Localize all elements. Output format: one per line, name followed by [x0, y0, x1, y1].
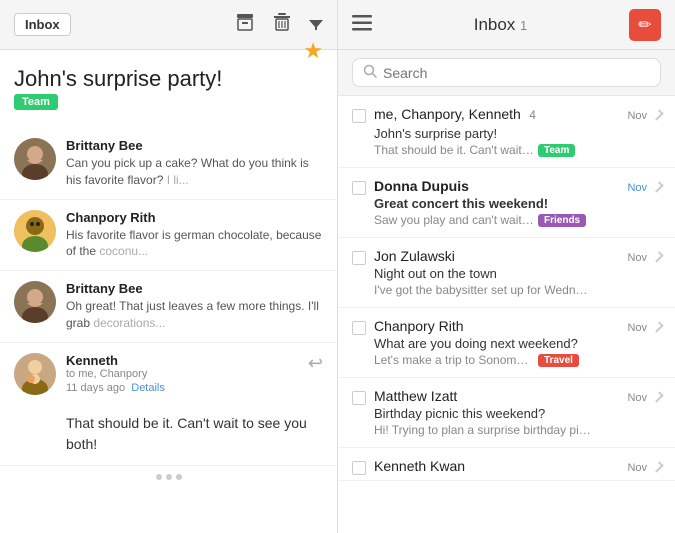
- thread-tag[interactable]: Team: [14, 94, 58, 110]
- email-content: Matthew Izatt Nov Birthday picnic this w…: [374, 388, 647, 437]
- email-top-row: me, Chanpory, Kenneth 4 Nov: [374, 106, 647, 124]
- kenneth-avatar: [14, 353, 56, 395]
- email-top-row: Chanpory Rith Nov: [374, 318, 647, 334]
- avatar: [14, 281, 56, 323]
- email-checkbox[interactable]: [352, 461, 366, 475]
- email-content: Chanpory Rith Nov What are you doing nex…: [374, 318, 647, 367]
- arrow-indicator: [652, 109, 663, 120]
- avatar: [14, 210, 56, 252]
- email-top-row: Jon Zulawski Nov: [374, 248, 647, 264]
- email-list: me, Chanpory, Kenneth 4 Nov John's surpr…: [338, 96, 675, 533]
- reply-icon: ↩: [308, 353, 323, 374]
- thread-title-section: John's surprise party! ★ Team: [0, 50, 337, 120]
- message-text: His favorite flavor is german chocolate,…: [66, 227, 323, 261]
- message-content: Brittany Bee Can you pick up a cake? Wha…: [66, 138, 323, 189]
- arrow-indicator: [652, 461, 663, 472]
- thread-title: John's surprise party! ★: [14, 66, 323, 92]
- right-header: Inbox 1 ✏: [338, 0, 675, 50]
- email-top-row: Kenneth Kwan Nov: [374, 458, 647, 474]
- email-item[interactable]: Chanpory Rith Nov What are you doing nex…: [338, 308, 675, 378]
- kenneth-sender-name: Kenneth: [66, 353, 298, 368]
- message-sender: Brittany Bee: [66, 138, 323, 153]
- archive-icon[interactable]: [235, 12, 255, 37]
- email-sender: me, Chanpory, Kenneth 4: [374, 106, 536, 124]
- message-content: Chanpory Rith His favorite flavor is ger…: [66, 210, 323, 261]
- email-checkbox[interactable]: [352, 109, 366, 123]
- message-text: Oh great! That just leaves a few more th…: [66, 298, 323, 332]
- email-tag: Friends: [538, 214, 586, 227]
- unread-count: 1: [520, 18, 527, 33]
- filter-icon[interactable]: [309, 14, 323, 35]
- left-header: Inbox: [0, 0, 337, 50]
- message-content: Brittany Bee Oh great! That just leaves …: [66, 281, 323, 332]
- kenneth-message[interactable]: Kenneth to me, Chanpory 11 days ago Deta…: [0, 343, 337, 466]
- email-content: me, Chanpory, Kenneth 4 Nov John's surpr…: [374, 106, 647, 157]
- email-item[interactable]: Donna Dupuis Nov Great concert this week…: [338, 168, 675, 238]
- message-sender: Brittany Bee: [66, 281, 323, 296]
- email-content: Jon Zulawski Nov Night out on the town I…: [374, 248, 647, 297]
- search-input-wrapper: [352, 58, 661, 87]
- email-item[interactable]: Jon Zulawski Nov Night out on the town I…: [338, 238, 675, 308]
- email-checkbox[interactable]: [352, 391, 366, 405]
- email-top-row: Donna Dupuis Nov: [374, 178, 647, 194]
- left-header-icons: [235, 12, 323, 37]
- email-tag: Team: [538, 144, 575, 157]
- kenneth-meta: Kenneth to me, Chanpory 11 days ago Deta…: [66, 353, 298, 394]
- menu-icon[interactable]: [352, 15, 372, 34]
- kenneth-date: 11 days ago Details: [66, 382, 298, 394]
- email-checkbox[interactable]: [352, 321, 366, 335]
- email-checkbox[interactable]: [352, 181, 366, 195]
- search-icon: [363, 64, 377, 81]
- more-messages-indicator: [0, 466, 337, 488]
- left-panel: Inbox: [0, 0, 338, 533]
- message-sender: Chanpory Rith: [66, 210, 323, 225]
- search-input[interactable]: [383, 65, 650, 81]
- email-tag: Travel: [538, 354, 579, 367]
- message-item[interactable]: Brittany Bee Can you pick up a cake? Wha…: [0, 128, 337, 200]
- kenneth-body: That should be it. Can't wait to see you…: [14, 413, 323, 455]
- message-text: Can you pick up a cake? What do you thin…: [66, 155, 323, 189]
- compose-button[interactable]: ✏: [629, 9, 661, 41]
- email-content: Kenneth Kwan Nov: [374, 458, 647, 476]
- message-item[interactable]: Brittany Bee Oh great! That just leaves …: [0, 271, 337, 343]
- delete-icon[interactable]: [273, 12, 291, 37]
- messages-list: Brittany Bee Can you pick up a cake? Wha…: [0, 120, 337, 533]
- arrow-indicator: [652, 181, 663, 192]
- email-item[interactable]: Kenneth Kwan Nov: [338, 448, 675, 481]
- email-top-row: Matthew Izatt Nov: [374, 388, 647, 404]
- avatar: [14, 138, 56, 180]
- inbox-title: Inbox 1: [382, 15, 619, 35]
- email-item[interactable]: Matthew Izatt Nov Birthday picnic this w…: [338, 378, 675, 448]
- star-icon[interactable]: ★: [303, 38, 323, 64]
- inbox-badge[interactable]: Inbox: [14, 13, 71, 36]
- thread-title-text: John's surprise party!: [14, 66, 222, 91]
- arrow-indicator: [652, 321, 663, 332]
- kenneth-header: Kenneth to me, Chanpory 11 days ago Deta…: [14, 353, 323, 395]
- arrow-indicator: [652, 251, 663, 262]
- kenneth-to: to me, Chanpory: [66, 368, 298, 380]
- right-panel: Inbox 1 ✏ me, Chanpory,: [338, 0, 675, 533]
- arrow-indicator: [652, 391, 663, 402]
- email-checkbox[interactable]: [352, 251, 366, 265]
- compose-icon: ✏: [638, 15, 651, 35]
- email-item[interactable]: me, Chanpory, Kenneth 4 Nov John's surpr…: [338, 96, 675, 168]
- email-content: Donna Dupuis Nov Great concert this week…: [374, 178, 647, 227]
- search-bar: [338, 50, 675, 96]
- message-item[interactable]: Chanpory Rith His favorite flavor is ger…: [0, 200, 337, 272]
- details-link[interactable]: Details: [131, 382, 165, 394]
